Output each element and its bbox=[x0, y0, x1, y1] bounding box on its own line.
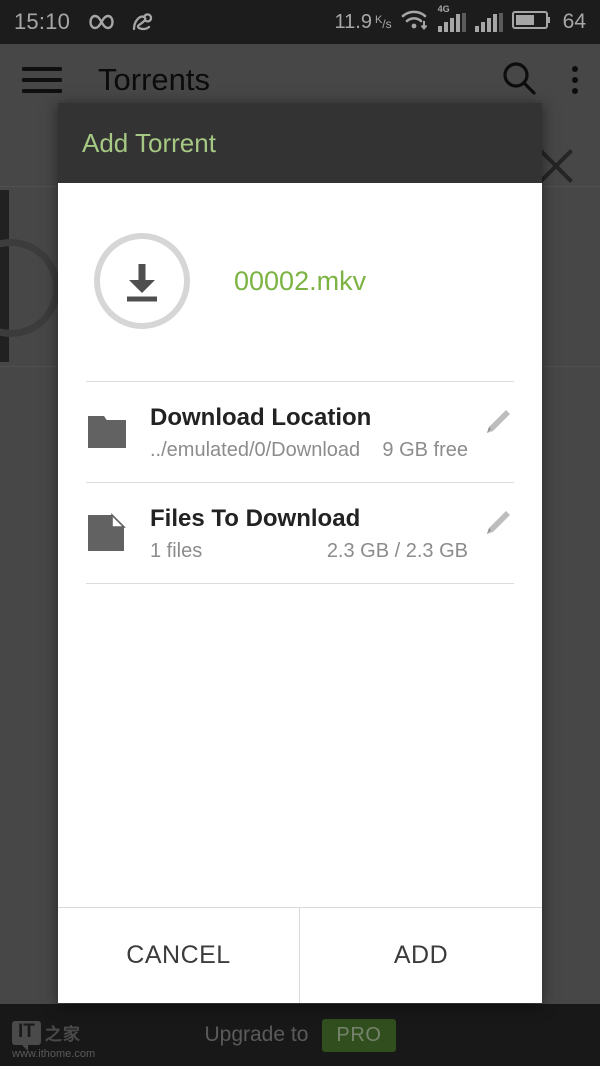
dialog-body: 00002.mkv Download Location ../emulated/… bbox=[58, 183, 542, 907]
download-location-title: Download Location bbox=[150, 404, 468, 432]
add-torrent-dialog: Add Torrent 00002.mkv Dow bbox=[58, 103, 542, 1003]
download-location-free-space: 9 GB free bbox=[368, 439, 468, 462]
dialog-header: Add Torrent bbox=[58, 103, 542, 183]
files-to-download-row[interactable]: Files To Download 1 files 2.3 GB / 2.3 G… bbox=[58, 483, 542, 583]
edit-files-button[interactable] bbox=[468, 505, 514, 541]
files-size: 2.3 GB / 2.3 GB bbox=[313, 540, 468, 563]
download-location-row[interactable]: Download Location ../emulated/0/Download… bbox=[58, 382, 542, 482]
folder-icon bbox=[86, 404, 142, 457]
cancel-button[interactable]: CANCEL bbox=[58, 908, 300, 1003]
files-to-download-details: 1 files 2.3 GB / 2.3 GB bbox=[150, 540, 468, 563]
download-arrow-icon bbox=[94, 233, 190, 329]
torrent-summary-row: 00002.mkv bbox=[58, 183, 542, 329]
download-location-path: ../emulated/0/Download bbox=[150, 439, 360, 462]
add-button[interactable]: ADD bbox=[300, 908, 542, 1003]
torrent-file-name: 00002.mkv bbox=[234, 266, 366, 297]
file-icon bbox=[86, 505, 142, 560]
files-count: 1 files bbox=[150, 540, 202, 563]
download-location-content: Download Location ../emulated/0/Download… bbox=[142, 404, 468, 462]
download-location-details: ../emulated/0/Download 9 GB free bbox=[150, 439, 468, 462]
pencil-icon bbox=[480, 507, 514, 541]
pencil-icon bbox=[480, 406, 514, 440]
divider bbox=[86, 583, 514, 584]
files-to-download-content: Files To Download 1 files 2.3 GB / 2.3 G… bbox=[142, 505, 468, 563]
dialog-title: Add Torrent bbox=[82, 128, 216, 159]
dialog-footer: CANCEL ADD bbox=[58, 907, 542, 1003]
edit-download-location-button[interactable] bbox=[468, 404, 514, 440]
files-to-download-title: Files To Download bbox=[150, 505, 468, 533]
